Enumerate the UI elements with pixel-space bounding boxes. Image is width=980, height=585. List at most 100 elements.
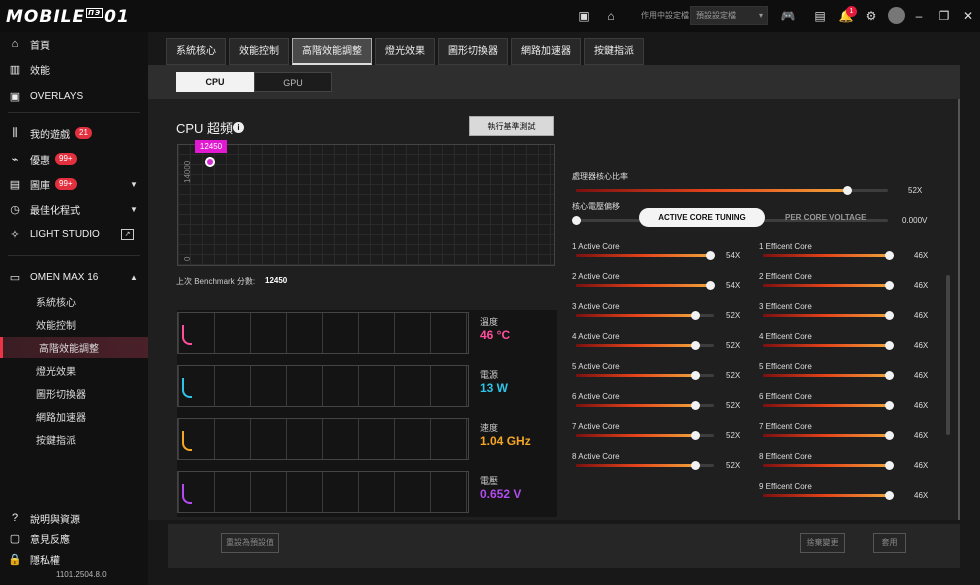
last-benchmark-label: 上次 Benchmark 分數: — [176, 277, 256, 286]
cpu-tab[interactable]: CPU — [176, 72, 254, 92]
home-icon[interactable]: ⌂ — [603, 8, 619, 24]
active-core-tuning-tab[interactable]: ACTIVE CORE TUNING — [639, 208, 765, 227]
sidebar-item-privacy[interactable]: 🔒 隱私權 — [0, 548, 148, 570]
reset-defaults-button[interactable]: 重設為預設值 — [221, 533, 279, 553]
close-icon[interactable]: ✕ — [960, 8, 976, 24]
info-icon[interactable]: i — [233, 122, 244, 133]
per-core-voltage-tab[interactable]: PER CORE VOLTAGE — [785, 213, 867, 222]
slider-handle[interactable] — [885, 281, 895, 290]
tab-network-booster[interactable]: 網路加速器 — [511, 38, 581, 65]
slider-fill — [576, 254, 710, 257]
gallery-icon: ▤ — [9, 178, 21, 191]
core-slider[interactable] — [763, 341, 895, 350]
core-slider[interactable] — [576, 401, 714, 410]
core-slider[interactable] — [576, 341, 714, 350]
sidebar-item-label: LIGHT STUDIO — [30, 228, 100, 240]
sidebar-sub-lighting[interactable]: 燈光效果 — [0, 360, 148, 381]
core-value: 46X — [914, 431, 929, 440]
core-value: 54X — [726, 251, 741, 260]
slider-handle[interactable] — [690, 461, 700, 470]
tab-lighting[interactable]: 燈光效果 — [375, 38, 435, 65]
core-value: 52X — [726, 371, 741, 380]
gpu-tab[interactable]: GPU — [254, 72, 332, 92]
sidebar-sub-system-core[interactable]: 系統核心 — [0, 291, 148, 312]
core-slider[interactable] — [763, 371, 895, 380]
sidebar-item-help[interactable]: ? 說明與資源 — [0, 507, 148, 529]
tv-mode-icon[interactable]: ▣ — [576, 8, 592, 24]
slider-handle[interactable] — [705, 281, 715, 290]
core-label: 5 Active Core — [572, 362, 620, 371]
sidebar-device[interactable]: ▭ OMEN MAX 16 ▲ — [0, 266, 148, 288]
sidebar-item-overlays[interactable]: ▣ OVERLAYS — [0, 85, 148, 107]
slider-handle[interactable] — [572, 216, 581, 225]
slider-handle[interactable] — [885, 341, 895, 350]
core-value: 46X — [914, 491, 929, 500]
apply-button[interactable]: 套用 — [873, 533, 906, 553]
sidebar-item-light-studio[interactable]: ✧ LIGHT STUDIO ↗ — [0, 223, 148, 245]
sidebar-item-deals[interactable]: ⌁ 優惠 99+ — [0, 148, 148, 170]
slider-handle[interactable] — [885, 371, 895, 380]
sidebar-sub-graphics-switcher[interactable]: 圖形切換器 — [0, 383, 148, 404]
sidebar-item-my-games[interactable]: ⫼ 我的遊戲 21 — [0, 122, 148, 144]
run-benchmark-button[interactable]: 執行基準測試 — [469, 116, 554, 136]
tab-system-core[interactable]: 系統核心 — [166, 38, 226, 65]
sidebar-sub-advanced-tuning[interactable]: 高階效能調整 — [0, 337, 148, 358]
slider-handle[interactable] — [690, 371, 700, 380]
slider-handle[interactable] — [885, 491, 895, 500]
scrollbar[interactable] — [946, 275, 950, 435]
slider-handle[interactable] — [690, 341, 700, 350]
core-label: 7 Efficent Core — [759, 422, 812, 431]
core-slider[interactable] — [576, 461, 714, 470]
slider-handle[interactable] — [885, 431, 895, 440]
core-slider[interactable] — [763, 431, 895, 440]
core-ratio-slider[interactable] — [576, 186, 888, 195]
sidebar-item-home[interactable]: ⌂ 首頁 — [0, 33, 148, 55]
core-slider[interactable] — [763, 401, 895, 410]
slider-handle[interactable] — [885, 311, 895, 320]
restore-icon[interactable]: ❐ — [936, 8, 952, 24]
sidebar-sub-key-assignment[interactable]: 按鍵指派 — [0, 429, 148, 450]
core-slider[interactable] — [576, 251, 715, 260]
gamepad-icon[interactable]: 🎮 — [780, 8, 796, 24]
deals-icon: ⌁ — [11, 153, 19, 166]
external-link-icon[interactable]: ↗ — [121, 228, 134, 240]
slider-handle[interactable] — [690, 431, 700, 440]
core-slider[interactable] — [576, 311, 714, 320]
slider-handle[interactable] — [705, 251, 715, 260]
sidebar-sub-performance-control[interactable]: 效能控制 — [0, 314, 148, 335]
slider-handle[interactable] — [885, 251, 895, 260]
slider-handle[interactable] — [885, 401, 895, 410]
slider-handle[interactable] — [690, 401, 700, 410]
data-point[interactable] — [205, 157, 215, 167]
tab-performance-control[interactable]: 效能控制 — [229, 38, 289, 65]
core-slider[interactable] — [763, 491, 895, 500]
core-slider[interactable] — [576, 371, 714, 380]
core-slider[interactable] — [576, 431, 714, 440]
profile-select[interactable]: 預設設定檔 ▾ — [690, 6, 768, 25]
slider-handle[interactable] — [885, 461, 895, 470]
minimize-icon[interactable]: – — [911, 8, 927, 24]
tab-graphics-switcher[interactable]: 圖形切換器 — [438, 38, 508, 65]
chevron-down-icon: ▾ — [758, 11, 763, 20]
sidebar-item-performance[interactable]: ▥ 效能 — [0, 58, 148, 80]
sidebar-item-optimizer[interactable]: ◷ 最佳化程式 ▼ — [0, 198, 148, 220]
core-slider[interactable] — [763, 461, 895, 470]
sidebar-item-feedback[interactable]: ▢ 意見反應 — [0, 527, 148, 549]
feedback-icon: ▢ — [9, 532, 21, 545]
discard-changes-button[interactable]: 捨棄變更 — [800, 533, 845, 553]
tab-advanced-tuning[interactable]: 高階效能調整 — [292, 38, 372, 65]
core-label: 6 Efficent Core — [759, 392, 812, 401]
sidebar-item-gallery[interactable]: ▤ 圖庫 99+ ▼ — [0, 173, 148, 195]
core-slider[interactable] — [763, 251, 895, 260]
avatar[interactable] — [888, 7, 905, 24]
slider-handle[interactable] — [843, 186, 853, 195]
core-slider[interactable] — [576, 281, 715, 290]
core-slider[interactable] — [763, 311, 895, 320]
sidebar-sub-network-booster[interactable]: 網路加速器 — [0, 406, 148, 427]
slider-handle[interactable] — [690, 311, 700, 320]
tab-key-assignment[interactable]: 按鍵指派 — [584, 38, 644, 65]
chat-icon[interactable]: ▤ — [812, 8, 828, 24]
gear-icon[interactable]: ⚙ — [863, 8, 879, 24]
core-value: 46X — [914, 311, 929, 320]
core-slider[interactable] — [763, 281, 895, 290]
